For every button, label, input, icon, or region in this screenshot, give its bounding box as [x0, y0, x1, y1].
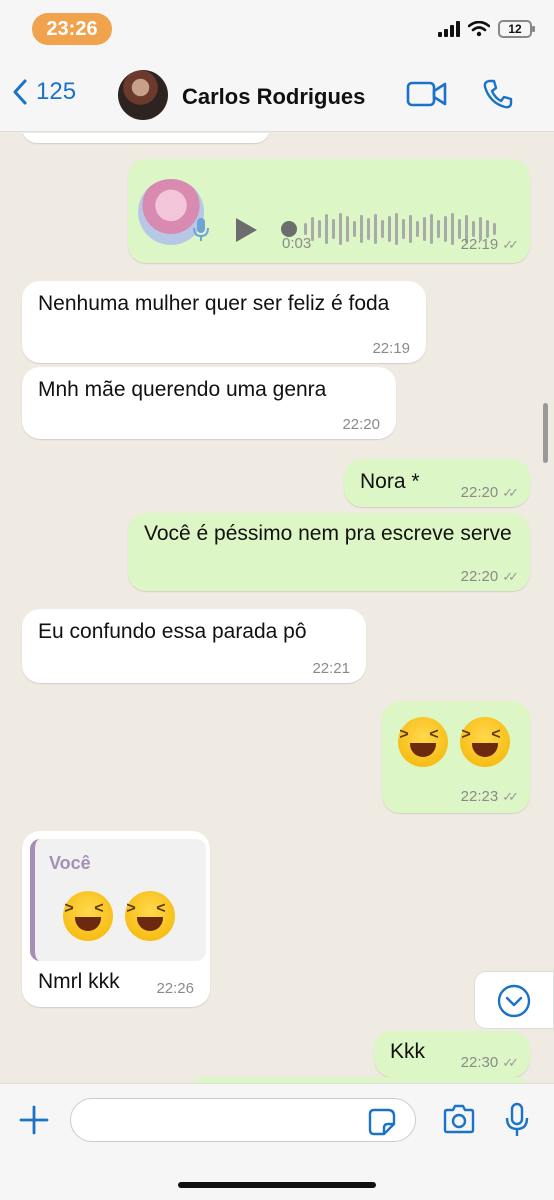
video-call-icon[interactable] — [406, 80, 448, 108]
outgoing-message-bubble[interactable]: Kkk 22:30 ✓✓ — [374, 1031, 530, 1077]
message-time: 22:19 — [460, 236, 499, 253]
back-chevron-icon — [13, 79, 27, 105]
message-text: Você é péssimo nem pra escreve serve — [144, 522, 512, 545]
message-time: 22:19 — [372, 340, 410, 357]
emoji-row — [398, 717, 510, 767]
wifi-icon — [468, 21, 490, 37]
message-meta: 22:20 ✓✓ — [460, 484, 519, 501]
message-text: Kkk — [390, 1040, 426, 1063]
message-input[interactable] — [70, 1098, 416, 1142]
chat-area[interactable]: 0:03 22:19 ✓✓ Nenhuma mulher quer ser fe… — [0, 133, 554, 1083]
home-indicator — [178, 1182, 376, 1188]
message-meta: 22:20 — [342, 416, 380, 433]
message-time: 22:20 — [460, 568, 499, 585]
message-meta: 22:26 — [156, 980, 194, 997]
message-text: Nmrl kkk — [38, 970, 120, 993]
quoted-message[interactable]: Você — [30, 839, 206, 961]
plus-icon[interactable] — [18, 1104, 50, 1136]
chevron-down-icon — [497, 984, 531, 1018]
message-meta: 22:19 — [372, 340, 410, 357]
phone-icon[interactable] — [482, 78, 514, 110]
microphone-icon — [193, 218, 209, 241]
message-meta: 22:23 ✓✓ — [460, 788, 519, 805]
message-text: Mnh mãe querendo uma genra — [38, 378, 327, 401]
message-text: Eu confundo essa parada pô — [38, 620, 307, 643]
outgoing-emoji-bubble[interactable]: 22:23 ✓✓ — [382, 701, 530, 813]
message-time: 22:20 — [460, 484, 499, 501]
message-time: 22:26 — [156, 980, 194, 997]
read-ticks-icon: ✓✓ — [502, 484, 519, 500]
laughing-emoji-icon — [125, 891, 175, 941]
read-ticks-icon: ✓✓ — [502, 1054, 519, 1070]
message-input-bar — [0, 1083, 554, 1200]
message-meta: 22:30 ✓✓ — [460, 1054, 519, 1071]
laughing-emoji-icon — [460, 717, 510, 767]
voice-duration: 0:03 — [282, 235, 312, 252]
outgoing-message-bubble[interactable]: Você é péssimo nem pra escreve serve 22:… — [128, 513, 530, 591]
incoming-message-bubble[interactable]: Eu confundo essa parada pô 22:21 — [22, 609, 366, 683]
message-text: Nora * — [360, 470, 420, 493]
read-ticks-icon: ✓✓ — [502, 568, 519, 584]
battery-icon: 12 — [498, 20, 535, 38]
scroll-to-bottom-button[interactable] — [474, 971, 554, 1029]
message-time: 22:30 — [460, 1054, 499, 1071]
sticker-icon[interactable] — [368, 1108, 396, 1136]
message-meta: 22:21 — [312, 660, 350, 677]
read-ticks-icon: ✓✓ — [502, 236, 519, 252]
chat-header: 125 Carlos Rodrigues — [0, 56, 554, 132]
status-icons: 12 — [438, 20, 535, 38]
laughing-emoji-icon — [63, 891, 113, 941]
message-meta: 22:20 ✓✓ — [460, 568, 519, 585]
back-unread-count: 125 — [36, 78, 77, 105]
play-icon[interactable] — [234, 217, 258, 243]
quoted-emoji-row — [63, 891, 175, 941]
laughing-emoji-icon — [398, 717, 448, 767]
status-time: 23:26 — [32, 13, 112, 45]
contact-name[interactable]: Carlos Rodrigues — [182, 84, 365, 110]
message-time: 22:21 — [312, 660, 350, 677]
message-text: Nenhuma mulher quer ser feliz é foda — [38, 292, 390, 315]
incoming-message-bubble[interactable]: Nenhuma mulher quer ser feliz é foda 22:… — [22, 281, 426, 363]
message-time: 22:20 — [342, 416, 380, 433]
read-ticks-icon: ✓✓ — [502, 788, 519, 804]
microphone-icon[interactable] — [504, 1102, 530, 1138]
quoted-author: Você — [49, 853, 91, 873]
camera-icon[interactable] — [442, 1104, 476, 1134]
back-button[interactable]: 125 — [12, 78, 76, 106]
status-bar: 23:26 12 — [0, 0, 554, 56]
voice-message-bubble[interactable]: 0:03 22:19 ✓✓ — [128, 159, 530, 263]
message-time: 22:23 — [460, 788, 499, 805]
incoming-reply-bubble[interactable]: Você Nmrl kkk 22:26 — [22, 831, 210, 1007]
cellular-signal-icon — [438, 21, 460, 37]
outgoing-message-bubble[interactable]: Nora * 22:20 ✓✓ — [344, 459, 530, 507]
partial-message-bubble — [22, 133, 270, 143]
scroll-indicator[interactable] — [543, 403, 548, 463]
message-meta: 22:19 ✓✓ — [460, 236, 519, 253]
contact-avatar[interactable] — [118, 70, 168, 120]
incoming-message-bubble[interactable]: Mnh mãe querendo uma genra 22:20 — [22, 367, 396, 439]
